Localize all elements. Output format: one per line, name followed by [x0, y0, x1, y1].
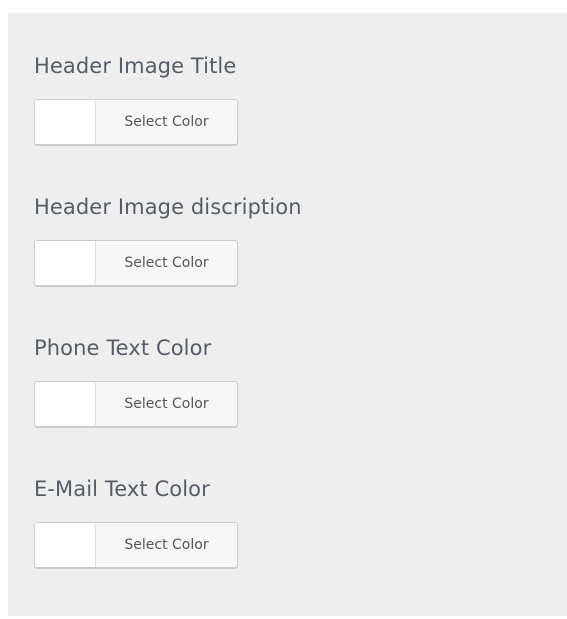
section-email-text-color: E-Mail Text Color Select Color	[34, 476, 238, 568]
section-title: Header Image discription	[34, 195, 302, 219]
select-color-button[interactable]: Select Color	[34, 381, 238, 427]
section-title: Phone Text Color	[34, 336, 212, 360]
select-color-label: Select Color	[124, 537, 209, 553]
section-header-image-title: Header Image Title Select Color	[34, 53, 238, 145]
color-swatch[interactable]	[35, 523, 96, 567]
color-swatch[interactable]	[35, 100, 96, 144]
select-color-label: Select Color	[124, 396, 209, 412]
section-phone-text-color: Phone Text Color Select Color	[34, 335, 238, 427]
section-title: E-Mail Text Color	[34, 477, 210, 501]
color-swatch[interactable]	[35, 241, 96, 285]
select-color-label: Select Color	[124, 114, 209, 130]
color-swatch[interactable]	[35, 382, 96, 426]
select-color-label: Select Color	[124, 255, 209, 271]
customizer-panel: Header Image Title Select Color Header I…	[8, 13, 567, 616]
section-title: Header Image Title	[34, 54, 237, 78]
section-header-image-description: Header Image discription Select Color	[34, 194, 302, 286]
select-color-button[interactable]: Select Color	[34, 522, 238, 568]
select-color-button[interactable]: Select Color	[34, 240, 238, 286]
select-color-button[interactable]: Select Color	[34, 99, 238, 145]
